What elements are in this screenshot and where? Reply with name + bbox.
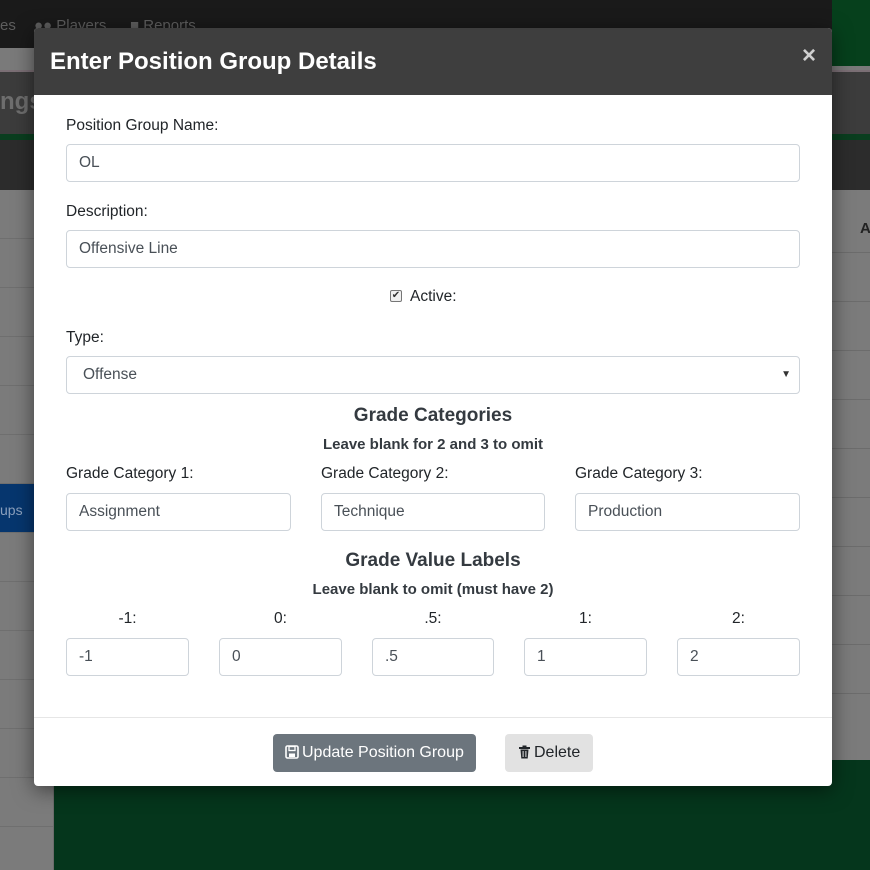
grade-value-input-2[interactable]: 2 xyxy=(677,638,800,676)
grade-category-1-label: Grade Category 1: xyxy=(66,465,194,482)
table-header-cell: A xyxy=(860,220,870,237)
trash-icon xyxy=(519,745,530,759)
table-row[interactable] xyxy=(832,350,870,398)
table-row[interactable] xyxy=(832,595,870,643)
delete-button-label: Delete xyxy=(534,744,581,761)
grade-value-label-neg1: -1: xyxy=(118,610,137,627)
grade-value-input-1[interactable]: 1 xyxy=(524,638,647,676)
update-button-label: Update Position Group xyxy=(302,744,464,761)
type-select[interactable]: Offense ▼ xyxy=(66,356,800,394)
modal-body: Position Group Name: OL Description: Off… xyxy=(34,95,832,717)
description-label: Description: xyxy=(66,203,148,220)
grade-categories-heading: Grade Categories xyxy=(353,405,513,426)
modal-footer: Update Position Group Delete xyxy=(34,717,832,786)
grade-category-2-input[interactable]: Technique xyxy=(321,493,545,531)
grade-categories-hint: Leave blank for 2 and 3 to omit xyxy=(322,436,544,453)
table-row[interactable] xyxy=(832,399,870,447)
grade-category-3-label: Grade Category 3: xyxy=(575,465,703,482)
grade-category-3-input[interactable]: Production xyxy=(575,493,800,531)
active-label: Active: xyxy=(410,288,457,305)
caret-down-icon: ▼ xyxy=(781,369,791,380)
grade-value-input-half[interactable]: .5 xyxy=(372,638,494,676)
table-row[interactable] xyxy=(832,448,870,496)
grade-category-1-input[interactable]: Assignment xyxy=(66,493,291,531)
grade-value-label-0: 0: xyxy=(274,610,287,627)
description-input[interactable]: Offensive Line xyxy=(66,230,800,268)
grade-value-input-neg1[interactable]: -1 xyxy=(66,638,189,676)
position-group-name-input[interactable]: OL xyxy=(66,144,800,182)
brand-corner xyxy=(832,0,870,66)
grade-value-labels-heading: Grade Value Labels xyxy=(345,550,521,571)
modal-header: Enter Position Group Details × xyxy=(34,28,832,95)
table-row[interactable] xyxy=(832,252,870,300)
grade-value-input-0[interactable]: 0 xyxy=(219,638,342,676)
table-row[interactable] xyxy=(832,497,870,545)
modal-title: Enter Position Group Details xyxy=(50,48,377,75)
table-row[interactable] xyxy=(832,301,870,349)
save-icon xyxy=(285,745,299,759)
grade-value-label-half: .5: xyxy=(424,610,442,627)
grade-value-label-2: 2: xyxy=(732,610,745,627)
update-position-group-button[interactable]: Update Position Group xyxy=(273,734,476,772)
active-checkbox[interactable]: ✔ xyxy=(390,290,402,302)
grade-category-2-label: Grade Category 2: xyxy=(321,465,449,482)
position-group-name-label: Position Group Name: xyxy=(66,117,219,134)
table-row[interactable] xyxy=(832,644,870,692)
close-icon[interactable]: × xyxy=(802,44,816,68)
delete-button[interactable]: Delete xyxy=(505,734,594,772)
sidebar-item[interactable] xyxy=(0,827,53,870)
table-row[interactable] xyxy=(832,693,870,741)
position-group-modal: Enter Position Group Details × Position … xyxy=(34,28,832,786)
nav-item-es[interactable]: es xyxy=(0,17,16,34)
type-select-value: Offense xyxy=(83,366,138,383)
grade-value-labels-hint: Leave blank to omit (must have 2) xyxy=(312,581,554,598)
table-row[interactable] xyxy=(832,546,870,594)
grade-value-label-1: 1: xyxy=(579,610,592,627)
type-label: Type: xyxy=(66,329,104,346)
